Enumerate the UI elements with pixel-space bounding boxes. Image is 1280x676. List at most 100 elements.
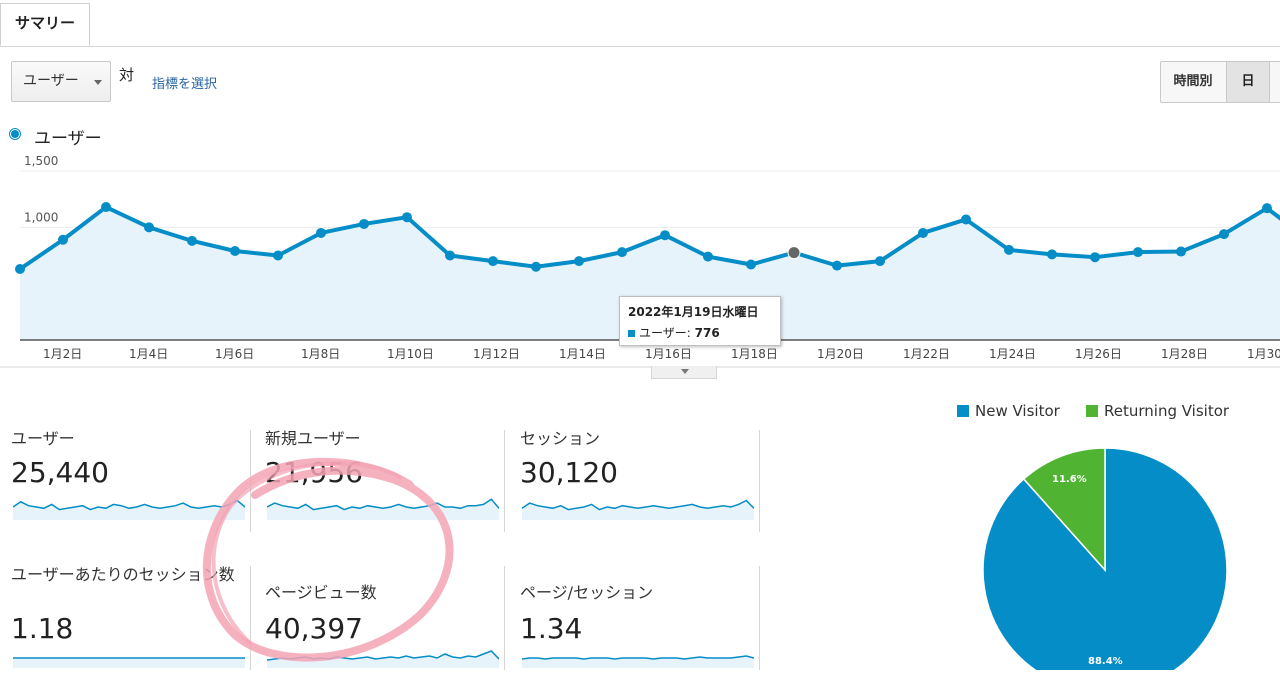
select-metric-link[interactable]: 指標を選択 xyxy=(152,73,217,92)
scorecard-pages-per-session[interactable]: ページ/セッション 1.34 xyxy=(520,566,760,676)
sparkline xyxy=(522,655,754,668)
sparkline xyxy=(13,657,245,668)
data-point xyxy=(875,256,885,267)
data-point xyxy=(402,212,412,223)
tooltip-row: ユーザー: 776 xyxy=(628,324,780,341)
tooltip-series: ユーザー xyxy=(639,326,687,340)
chevron-down-icon xyxy=(94,80,102,85)
scorecard-label: 新規ユーザー xyxy=(265,429,361,448)
data-point xyxy=(832,260,842,271)
pie-legend-new-visitor[interactable]: New Visitor xyxy=(957,402,1060,420)
x-tick-label: 1月26日 xyxy=(1075,347,1122,361)
vs-label: 対 xyxy=(119,66,135,84)
data-point xyxy=(787,246,801,260)
divider xyxy=(250,430,251,532)
divider xyxy=(504,566,505,670)
data-point xyxy=(273,250,283,261)
pie-legend-returning-visitor[interactable]: Returning Visitor xyxy=(1086,402,1229,420)
x-tick-label: 1月2日 xyxy=(43,347,82,361)
time-granularity-toggle: 時間別 日 xyxy=(1160,61,1280,103)
x-tick-label: 1月12日 xyxy=(473,347,520,361)
data-point xyxy=(1004,244,1014,255)
divider xyxy=(759,566,760,670)
scorecard-pageviews[interactable]: ページビュー数 40,397 xyxy=(265,566,505,676)
x-tick-label: 1月16日 xyxy=(645,347,692,361)
data-point xyxy=(58,234,68,245)
scorecard-label: セッション xyxy=(520,429,601,448)
data-point xyxy=(488,256,498,267)
scorecard-label: ページビュー数 xyxy=(265,583,377,602)
y-tick-label: 1,500 xyxy=(24,154,58,168)
hourly-button[interactable]: 時間別 xyxy=(1161,62,1225,102)
y-tick-label: 1,000 xyxy=(24,210,58,224)
x-tick-label: 1月30 xyxy=(1247,347,1280,361)
x-tick-label: 1月22日 xyxy=(903,347,950,361)
data-point xyxy=(1090,252,1100,263)
sparkline-line xyxy=(522,655,754,660)
pie-label-returning-visitor: 11.6% xyxy=(1052,474,1087,485)
scorecard-sessions-per-user[interactable]: ユーザーあたりのセッション数 1.18 xyxy=(11,566,251,676)
x-tick-label: 1月18日 xyxy=(731,347,778,361)
sparkline xyxy=(522,499,754,520)
data-point xyxy=(359,218,369,229)
scorecard-users[interactable]: ユーザー 25,440 xyxy=(11,430,251,540)
scorecard-value: 30,120 xyxy=(520,456,618,489)
pie-legend-label: New Visitor xyxy=(975,402,1060,420)
sparkline xyxy=(13,499,245,520)
data-point xyxy=(316,227,326,238)
scorecard-sessions[interactable]: セッション 30,120 xyxy=(520,430,760,540)
data-point xyxy=(961,214,971,225)
sparkline xyxy=(267,498,499,520)
data-point xyxy=(617,247,627,258)
series-legend-label[interactable]: ユーザー xyxy=(34,124,102,149)
x-tick-label: 1月10日 xyxy=(387,347,434,361)
data-point xyxy=(230,245,240,256)
metric-dropdown[interactable]: ユーザー xyxy=(11,61,111,102)
tab-summary[interactable]: サマリー xyxy=(0,3,90,46)
daily-button[interactable]: 日 xyxy=(1226,62,1270,102)
scorecard-new-users[interactable]: 新規ユーザー 21,956 xyxy=(265,430,505,540)
data-point xyxy=(531,261,541,272)
data-point xyxy=(101,202,111,213)
chevron-down-icon xyxy=(681,369,689,374)
x-tick-label: 1月14日 xyxy=(559,347,606,361)
sparkline-area xyxy=(13,500,245,520)
scorecard-label: ユーザーあたりのセッション数 xyxy=(11,565,235,584)
x-tick-label: 1月24日 xyxy=(989,347,1036,361)
data-point xyxy=(746,259,756,270)
data-point xyxy=(1047,249,1057,260)
x-tick-label: 1月20日 xyxy=(817,347,864,361)
data-point xyxy=(445,250,455,261)
scorecard-label: ユーザー xyxy=(11,429,75,448)
data-point xyxy=(703,251,713,262)
divider xyxy=(250,566,251,670)
legend-swatch-icon xyxy=(1086,405,1098,417)
scorecard-label: ページ/セッション xyxy=(520,583,654,602)
data-point xyxy=(1133,247,1143,258)
chart-tooltip: 2022年1月19日水曜日 ユーザー: 776 xyxy=(619,296,781,346)
pie-legend-label: Returning Visitor xyxy=(1104,402,1230,420)
scorecard-value: 1.18 xyxy=(11,612,74,645)
data-point xyxy=(1219,229,1229,240)
data-point xyxy=(660,230,670,241)
data-point xyxy=(187,235,197,246)
data-point xyxy=(1262,203,1272,214)
tooltip-value: 776 xyxy=(694,326,720,340)
sparkline-area xyxy=(522,500,754,520)
chart-expand-handle[interactable] xyxy=(651,366,717,379)
scorecard-value: 1.34 xyxy=(520,612,583,645)
data-point xyxy=(574,256,584,267)
data-point xyxy=(144,222,154,233)
scorecard-value: 21,956 xyxy=(265,456,363,489)
data-point xyxy=(918,227,928,238)
data-point xyxy=(1176,246,1186,257)
data-point xyxy=(15,264,25,275)
legend-swatch-icon xyxy=(957,405,969,417)
x-tick-label: 1月4日 xyxy=(129,347,168,361)
scorecard-value: 25,440 xyxy=(11,456,109,489)
x-tick-label: 1月6日 xyxy=(215,347,254,361)
x-tick-label: 1月28日 xyxy=(1161,347,1208,361)
x-tick-label: 1月8日 xyxy=(301,347,340,361)
visitor-pie-chart[interactable]: 88.4% 11.6% xyxy=(960,430,1260,676)
tab-bar: サマリー xyxy=(0,0,1280,47)
